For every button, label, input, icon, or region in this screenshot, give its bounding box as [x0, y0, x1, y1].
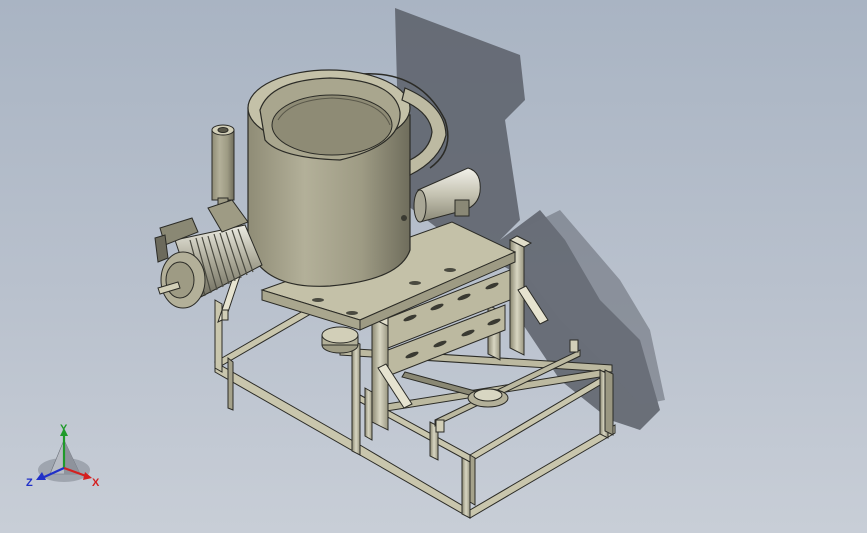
y-axis-label: Y: [60, 423, 68, 435]
z-axis-label: Z: [26, 477, 33, 489]
orientation-triad[interactable]: Y X Z: [22, 418, 112, 498]
cad-model-scene[interactable]: [0, 0, 867, 533]
electric-motor[interactable]: [154, 199, 263, 309]
x-axis-label: X: [92, 477, 100, 489]
cad-viewport[interactable]: Y X Z: [0, 0, 867, 533]
